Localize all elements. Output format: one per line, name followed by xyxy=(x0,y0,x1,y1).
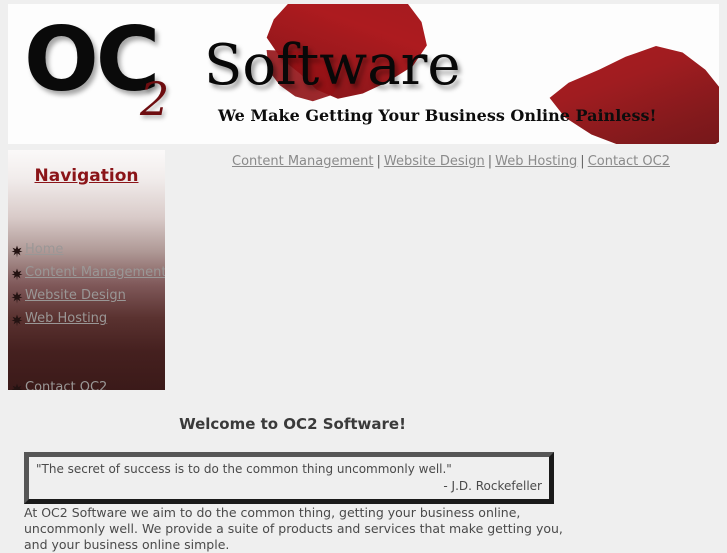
fleur-bullet-icon xyxy=(11,243,23,258)
sidebar-item-web-hosting[interactable]: Web Hosting xyxy=(8,307,165,330)
page-title: Welcome to OC2 Software! xyxy=(179,415,406,433)
logo-software-text: Software xyxy=(204,33,461,98)
topnav-separator-1: | xyxy=(376,154,381,169)
sidebar-link-contact-oc2[interactable]: Contact OC2 xyxy=(25,380,107,390)
topnav-link-content-management[interactable]: Content Management xyxy=(232,154,373,169)
topnav-separator-3: | xyxy=(580,154,585,169)
topnav-link-web-hosting[interactable]: Web Hosting xyxy=(495,154,577,169)
sidebar-navigation-panel: Navigation Home Content Management Websi… xyxy=(8,150,165,390)
red-paint-splash-right-icon xyxy=(549,46,719,144)
quote-callout-box: "The secret of success is to do the comm… xyxy=(24,452,554,504)
site-header-banner: OC 2 Software We Make Getting Your Busin… xyxy=(8,4,719,144)
intro-paragraph: At OC2 Software we aim to do the common … xyxy=(24,505,563,552)
sidebar-item-website-design[interactable]: Website Design xyxy=(8,284,165,307)
topnav-link-website-design[interactable]: Website Design xyxy=(384,154,485,169)
logo-subscript-two: 2 xyxy=(140,72,170,126)
fleur-bullet-icon xyxy=(11,289,23,304)
fleur-bullet-icon xyxy=(11,381,23,390)
sidebar-item-content-management[interactable]: Content Management xyxy=(8,261,165,284)
sidebar-title: Navigation xyxy=(34,166,139,186)
sidebar-link-home[interactable]: Home xyxy=(25,242,63,257)
logo-oc-text: OC xyxy=(24,8,160,111)
sidebar-link-website-design[interactable]: Website Design xyxy=(25,288,126,303)
sidebar-link-list: Home Content Management Website Design W… xyxy=(8,238,165,390)
fleur-bullet-icon xyxy=(11,312,23,327)
top-navigation: Content Management | Website Design | Web Ho… xyxy=(232,154,670,169)
sidebar-item-contact-oc2[interactable]: Contact OC2 xyxy=(8,376,165,390)
logo-tagline: We Make Getting Your Business Online Pai… xyxy=(218,106,657,125)
sidebar-link-web-hosting[interactable]: Web Hosting xyxy=(25,311,107,326)
sidebar-link-content-management[interactable]: Content Management xyxy=(25,265,165,280)
fleur-bullet-icon xyxy=(11,266,23,281)
sidebar-item-home[interactable]: Home xyxy=(8,238,165,261)
quote-attribution: - J.D. Rockefeller xyxy=(443,479,542,493)
topnav-link-contact-oc2[interactable]: Contact OC2 xyxy=(588,154,670,169)
topnav-separator-2: | xyxy=(487,154,493,169)
header-background: OC 2 Software We Make Getting Your Busin… xyxy=(8,4,719,144)
quote-text: "The secret of success is to do the comm… xyxy=(36,462,452,476)
